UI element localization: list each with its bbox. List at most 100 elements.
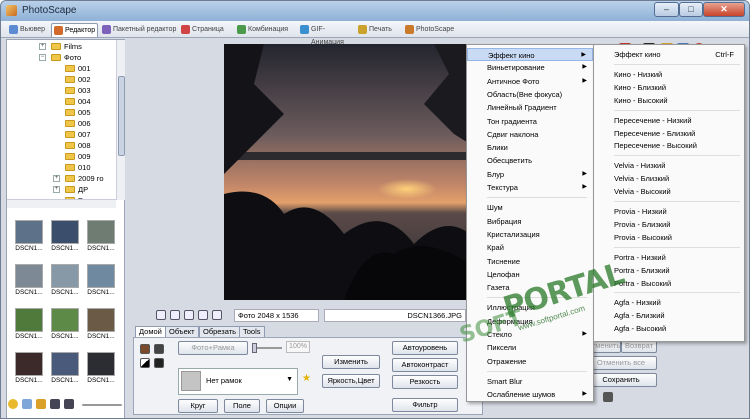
zoom-actual-icon[interactable] xyxy=(198,310,208,320)
submenu-item[interactable]: Пересечение - Высокий xyxy=(594,139,744,152)
tree-item[interactable]: + ДР xyxy=(7,184,116,195)
minimize-button[interactable]: – xyxy=(654,2,679,17)
brightness-color-button[interactable]: Яркость,Цвет xyxy=(322,374,380,388)
submenu-item[interactable]: Velvia - Близкий xyxy=(594,172,744,185)
thumbnail[interactable]: DSCN1... xyxy=(87,264,115,299)
thumbnail[interactable]: DSCN1... xyxy=(15,352,43,387)
save-button[interactable]: Сохранить xyxy=(585,373,657,387)
tree-item[interactable]: + Films xyxy=(7,41,116,52)
tab-gif[interactable]: GIF-Анимация xyxy=(298,23,354,46)
dark-swatch[interactable] xyxy=(154,358,164,368)
menu-item[interactable]: Кристализация xyxy=(467,228,593,241)
thumbnail[interactable]: DSCN1... xyxy=(15,308,43,343)
tree-item[interactable]: 008 xyxy=(7,140,116,151)
frame-size-slider[interactable] xyxy=(252,343,282,353)
menu-item[interactable]: Край xyxy=(467,241,593,254)
rotate-right-icon[interactable] xyxy=(170,310,180,320)
tab-editor[interactable]: Редактор xyxy=(51,23,98,37)
photo-frame-button[interactable]: Фото+Рамка xyxy=(178,341,248,355)
title-bar[interactable]: PhotoScape – □ ✕ xyxy=(1,1,749,21)
filter-button[interactable]: Фильтр xyxy=(392,398,458,412)
submenu-item[interactable]: Пересечение - Низкий xyxy=(594,114,744,127)
tree-expander-icon[interactable]: + xyxy=(53,186,60,193)
tab-page[interactable]: Страница xyxy=(179,23,233,37)
frame-size-percent[interactable]: 100% xyxy=(286,341,310,353)
tree-expander-icon[interactable]: + xyxy=(53,175,60,182)
tree-scrollbar[interactable] xyxy=(116,40,125,200)
submenu-item[interactable]: Provia - Высокий xyxy=(594,231,744,244)
options-button[interactable]: Опции xyxy=(266,399,304,413)
frame-select[interactable]: Нет рамок ▼ xyxy=(178,368,298,395)
contrast-swatch[interactable] xyxy=(140,358,150,368)
zoom-fit-icon[interactable] xyxy=(184,310,194,320)
submenu-item[interactable]: Velvia - Высокий xyxy=(594,185,744,198)
submenu-item[interactable]: Velvia - Низкий xyxy=(594,159,744,172)
tree-item[interactable]: 005 xyxy=(7,107,116,118)
star-icon[interactable]: ★ xyxy=(302,373,311,384)
tree-item[interactable]: 009 xyxy=(7,151,116,162)
submenu-item[interactable]: Кино - Высокий xyxy=(594,94,744,107)
tree-expander-icon[interactable]: + xyxy=(39,43,46,50)
thumbnail[interactable]: DSCN1... xyxy=(87,308,115,343)
rotate-icon[interactable] xyxy=(22,399,32,409)
menu-item[interactable]: Smart Blur xyxy=(467,375,593,388)
menu-item[interactable]: Текстура ▶ xyxy=(467,181,593,194)
sharpen-button[interactable]: Резкость xyxy=(392,375,458,389)
menu-item[interactable]: Линейный Градиент xyxy=(467,101,593,114)
submenu-item[interactable]: Эффект кино Ctrl-F xyxy=(594,48,744,61)
menu-item[interactable]: Тон градиента xyxy=(467,115,593,128)
thumbnail[interactable]: DSCN1... xyxy=(87,352,115,387)
tab-combine[interactable]: Комбинация xyxy=(235,23,296,37)
thumbnail[interactable]: DSCN1... xyxy=(87,220,115,255)
menu-item[interactable]: Область(Вне фокуса) xyxy=(467,88,593,101)
maximize-button[interactable]: □ xyxy=(679,2,703,17)
favorite-icon[interactable] xyxy=(8,399,18,409)
submenu-item[interactable]: Пересечение - Близкий xyxy=(594,127,744,140)
menu-item[interactable]: Шум xyxy=(467,201,593,214)
tree-expander-icon[interactable]: − xyxy=(39,54,46,61)
print-icon[interactable] xyxy=(603,392,613,402)
tree-hscrollbar[interactable] xyxy=(7,199,116,208)
submenu-item[interactable]: Provia - Близкий xyxy=(594,218,744,231)
menu-item[interactable]: Виньетирование ▶ xyxy=(467,61,593,74)
thumbnail[interactable]: DSCN1... xyxy=(51,264,79,299)
tree-item[interactable]: 002 xyxy=(7,74,116,85)
forward-icon[interactable] xyxy=(64,399,74,409)
thumbnail[interactable]: DSCN1... xyxy=(51,220,79,255)
resize-button[interactable]: Изменить xyxy=(322,355,380,369)
menu-item[interactable]: Сдвиг наклона xyxy=(467,128,593,141)
menu-item[interactable]: Блики xyxy=(467,141,593,154)
folder-tree[interactable]: + Films − Фото 001 002 003 004 005 006 007 008 009 01… xyxy=(7,40,116,200)
frame-style-swatch[interactable] xyxy=(154,344,164,354)
menu-item[interactable]: Античное Фото ▶ xyxy=(467,75,593,88)
thumb-size-slider[interactable] xyxy=(82,404,122,406)
tree-item[interactable]: 004 xyxy=(7,96,116,107)
undo-all-button[interactable]: Отменить все xyxy=(585,356,657,370)
thumbnail[interactable]: DSCN1... xyxy=(51,308,79,343)
close-button[interactable]: ✕ xyxy=(703,2,745,17)
compare-icon[interactable] xyxy=(212,310,222,320)
tab-batch[interactable]: Пакетный редактор xyxy=(100,23,177,37)
folder-icon[interactable] xyxy=(36,399,46,409)
auto-level-button[interactable]: Автоуровень xyxy=(392,341,458,355)
tab-photoscape[interactable]: PhotoScape xyxy=(403,23,454,37)
back-icon[interactable] xyxy=(50,399,60,409)
round-button[interactable]: Круг xyxy=(178,399,218,413)
thumbnail[interactable]: DSCN1... xyxy=(15,264,43,299)
auto-contrast-button[interactable]: Автоконтраст xyxy=(392,358,458,372)
menu-item[interactable]: Ослабление шумов ▶ xyxy=(467,388,593,401)
thumbnail[interactable]: DSCN1... xyxy=(15,220,43,255)
tree-item[interactable]: 007 xyxy=(7,129,116,140)
menu-item[interactable]: Обесцветить xyxy=(467,154,593,167)
tab-viewer[interactable]: Вьювер xyxy=(7,23,49,37)
frame-color-swatch[interactable] xyxy=(140,344,150,354)
menu-item[interactable]: Эффект кино ▶ xyxy=(467,48,593,61)
tree-item[interactable]: +2009 го xyxy=(7,173,116,184)
tree-item[interactable]: 010 xyxy=(7,162,116,173)
tree-item[interactable]: 003 xyxy=(7,85,116,96)
submenu-item[interactable]: Provia - Низкий xyxy=(594,205,744,218)
thumbnail[interactable]: DSCN1... xyxy=(51,352,79,387)
menu-item[interactable]: Блур ▶ xyxy=(467,168,593,181)
photo-canvas[interactable] xyxy=(224,44,470,300)
field-button[interactable]: Поле xyxy=(224,399,260,413)
